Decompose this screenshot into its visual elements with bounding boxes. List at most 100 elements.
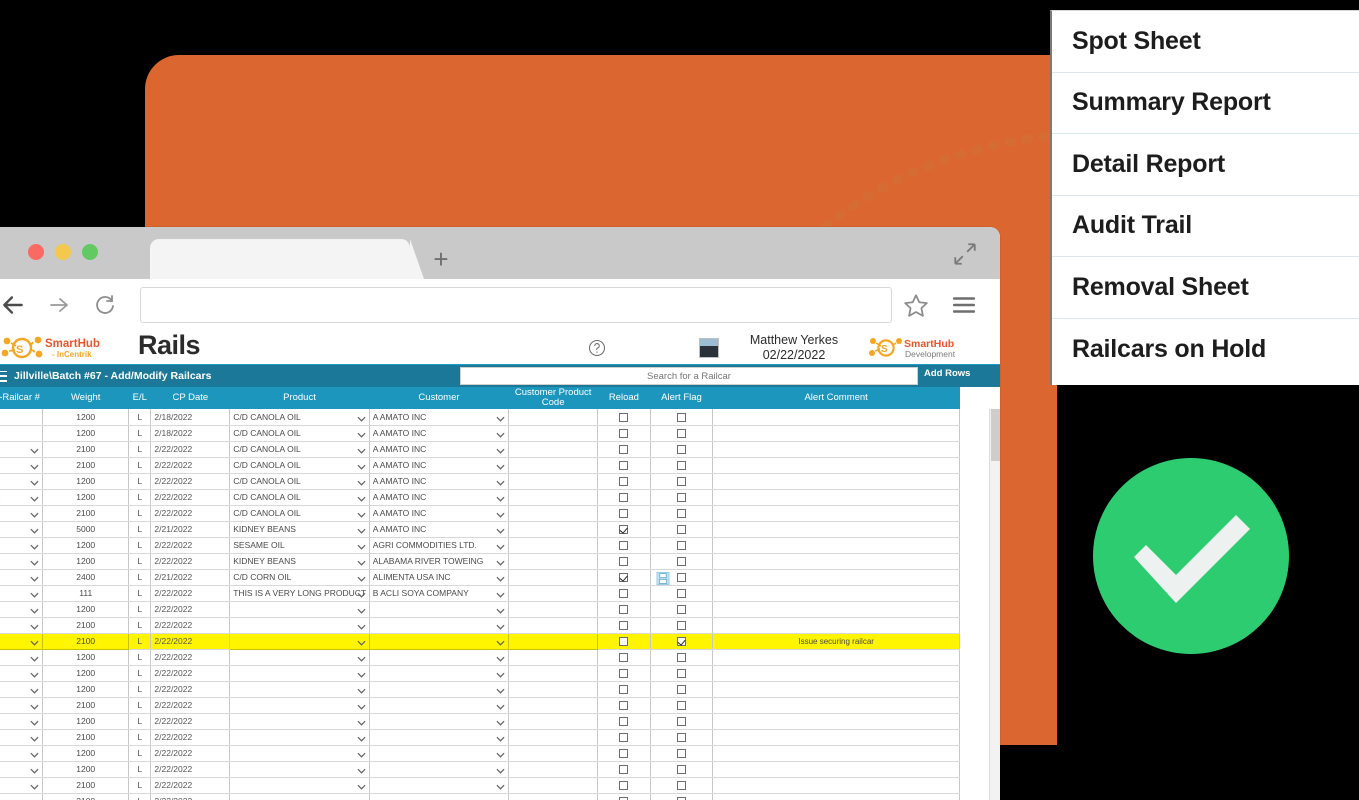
cell-reload[interactable]	[597, 617, 651, 634]
cell-customer[interactable]	[369, 633, 510, 650]
chevron-down-icon[interactable]	[357, 638, 366, 646]
cell-reload[interactable]	[597, 537, 651, 554]
chevron-down-icon[interactable]	[496, 446, 505, 454]
chevron-down-icon[interactable]	[30, 590, 39, 598]
chevron-down-icon[interactable]	[30, 702, 39, 710]
alert-flag-checkbox[interactable]	[676, 573, 686, 583]
cell-alert-flag[interactable]	[650, 729, 714, 746]
menu-icon[interactable]	[0, 370, 7, 382]
chevron-down-icon[interactable]	[496, 670, 505, 678]
cell-customer[interactable]: ALABAMA RIVER TOWEING	[369, 553, 510, 570]
cell-customer[interactable]: B ACLI SOYA COMPANY	[369, 585, 510, 602]
report-menu-item[interactable]: Detail Report	[1052, 134, 1359, 196]
cell-alert-flag[interactable]	[650, 537, 714, 554]
cell-product[interactable]: C/D CANOLA OIL	[229, 489, 370, 506]
chevron-down-icon[interactable]	[30, 766, 39, 774]
cell-alert-comment[interactable]	[712, 489, 960, 506]
chevron-down-icon[interactable]	[496, 590, 505, 598]
cell-alert-flag[interactable]	[650, 441, 714, 458]
cell-scac[interactable]: L-133	[0, 537, 44, 554]
table-row[interactable]: ATT-02 2100 L 2/22/2022	[0, 617, 960, 634]
cell-customer[interactable]	[369, 617, 510, 634]
chevron-down-icon[interactable]	[496, 718, 505, 726]
cell-scac[interactable]: ATT-03	[0, 633, 44, 650]
cell-product[interactable]: KIDNEY BEANS	[229, 553, 370, 570]
star-icon[interactable]	[898, 287, 934, 323]
cell-alert-flag[interactable]	[650, 521, 714, 538]
report-menu-item[interactable]: Railcars on Hold	[1052, 319, 1359, 381]
cell-customer-product-code[interactable]	[508, 761, 599, 778]
cell-product[interactable]: C/D CANOLA OIL	[229, 425, 370, 442]
cell-reload[interactable]	[597, 521, 651, 538]
cell-customer-product-code[interactable]	[508, 697, 599, 714]
table-row[interactable]: L-133 1200 L 2/22/2022 SESAME OIL AGRI COMMOD…	[0, 537, 960, 554]
col-cpc[interactable]: Customer Product Code	[508, 387, 598, 409]
cell-alert-comment[interactable]	[712, 601, 960, 618]
cell-scac[interactable]: ST-002	[0, 457, 44, 474]
cell-weight[interactable]: 2100	[42, 617, 130, 634]
cell-customer-product-code[interactable]	[508, 489, 599, 506]
chevron-down-icon[interactable]	[357, 734, 366, 742]
cell-cp-date[interactable]: 2/21/2022	[150, 521, 231, 538]
table-row[interactable]: L-118 2400 L 2/21/2022 C/D CORN OIL ALIMENTA …	[0, 569, 960, 586]
cell-customer-product-code[interactable]	[508, 713, 599, 730]
alert-flag-checkbox[interactable]	[676, 717, 686, 727]
chevron-down-icon[interactable]	[30, 462, 39, 470]
reload-checkbox[interactable]	[619, 525, 629, 535]
cell-alert-comment[interactable]	[712, 425, 960, 442]
alert-flag-checkbox[interactable]	[676, 477, 686, 487]
cell-product[interactable]	[229, 713, 370, 730]
chevron-down-icon[interactable]	[496, 542, 505, 550]
alert-flag-checkbox[interactable]	[676, 637, 686, 647]
cell-scac[interactable]: ST-001	[0, 441, 44, 458]
cell-weight[interactable]: 1200	[42, 537, 130, 554]
cell-alert-flag[interactable]	[650, 409, 714, 426]
report-menu-item[interactable]: Audit Trail	[1052, 196, 1359, 257]
cell-customer-product-code[interactable]	[508, 729, 599, 746]
cell-alert-flag[interactable]	[650, 585, 714, 602]
alert-flag-checkbox[interactable]	[676, 445, 686, 455]
cell-product[interactable]	[229, 681, 370, 698]
cell-customer[interactable]: A AMATO INC	[369, 441, 510, 458]
expand-icon[interactable]	[952, 241, 978, 267]
reload-checkbox[interactable]	[619, 541, 629, 551]
cell-reload[interactable]	[597, 649, 651, 666]
address-bar[interactable]	[140, 287, 892, 323]
cell-customer[interactable]: A AMATO INC	[369, 457, 510, 474]
alert-flag-checkbox[interactable]	[676, 669, 686, 679]
cell-customer-product-code[interactable]	[508, 441, 599, 458]
cell-weight[interactable]: 2100	[42, 729, 130, 746]
reload-checkbox[interactable]	[619, 621, 629, 631]
chevron-down-icon[interactable]	[357, 462, 366, 470]
alert-flag-checkbox[interactable]	[676, 653, 686, 663]
table-row[interactable]: ATT-13 2100 L 2/22/2022	[0, 777, 960, 794]
alert-flag-checkbox[interactable]	[676, 685, 686, 695]
cell-customer-product-code[interactable]	[508, 409, 599, 426]
add-rows-button[interactable]: Add Rows	[924, 368, 970, 379]
cell-alert-comment[interactable]	[712, 537, 960, 554]
cell-customer-product-code[interactable]	[508, 569, 599, 586]
cell-alert-flag[interactable]	[650, 457, 714, 474]
chevron-down-icon[interactable]	[496, 606, 505, 614]
chevron-down-icon[interactable]	[496, 574, 505, 582]
cell-weight[interactable]: 1200	[42, 473, 130, 490]
chevron-down-icon[interactable]	[30, 574, 39, 582]
chevron-down-icon[interactable]	[357, 606, 366, 614]
chevron-down-icon[interactable]	[30, 638, 39, 646]
reload-checkbox[interactable]	[619, 717, 629, 727]
reload-checkbox[interactable]	[619, 765, 629, 775]
cell-weight[interactable]: 5000	[42, 521, 130, 538]
table-row[interactable]: ST-004 1200 L 2/22/2022 C/D CANOLA OIL A AMAT…	[0, 489, 960, 506]
cell-reload[interactable]	[597, 457, 651, 474]
chevron-down-icon[interactable]	[357, 654, 366, 662]
cell-scac[interactable]: L-50	[0, 409, 44, 426]
chevron-down-icon[interactable]	[357, 542, 366, 550]
alert-flag-checkbox[interactable]	[676, 509, 686, 519]
chevron-down-icon[interactable]	[357, 494, 366, 502]
table-row[interactable]: L-51 1200 L 2/18/2022 C/D CANOLA OIL A AMATO …	[0, 425, 960, 442]
cell-weight[interactable]: 2100	[42, 793, 130, 800]
table-row[interactable]: ATT-07 2100 L 2/22/2022	[0, 697, 960, 714]
cell-alert-comment[interactable]	[712, 761, 960, 778]
cell-cp-date[interactable]: 2/22/2022	[150, 745, 231, 762]
cell-reload[interactable]	[597, 505, 651, 522]
